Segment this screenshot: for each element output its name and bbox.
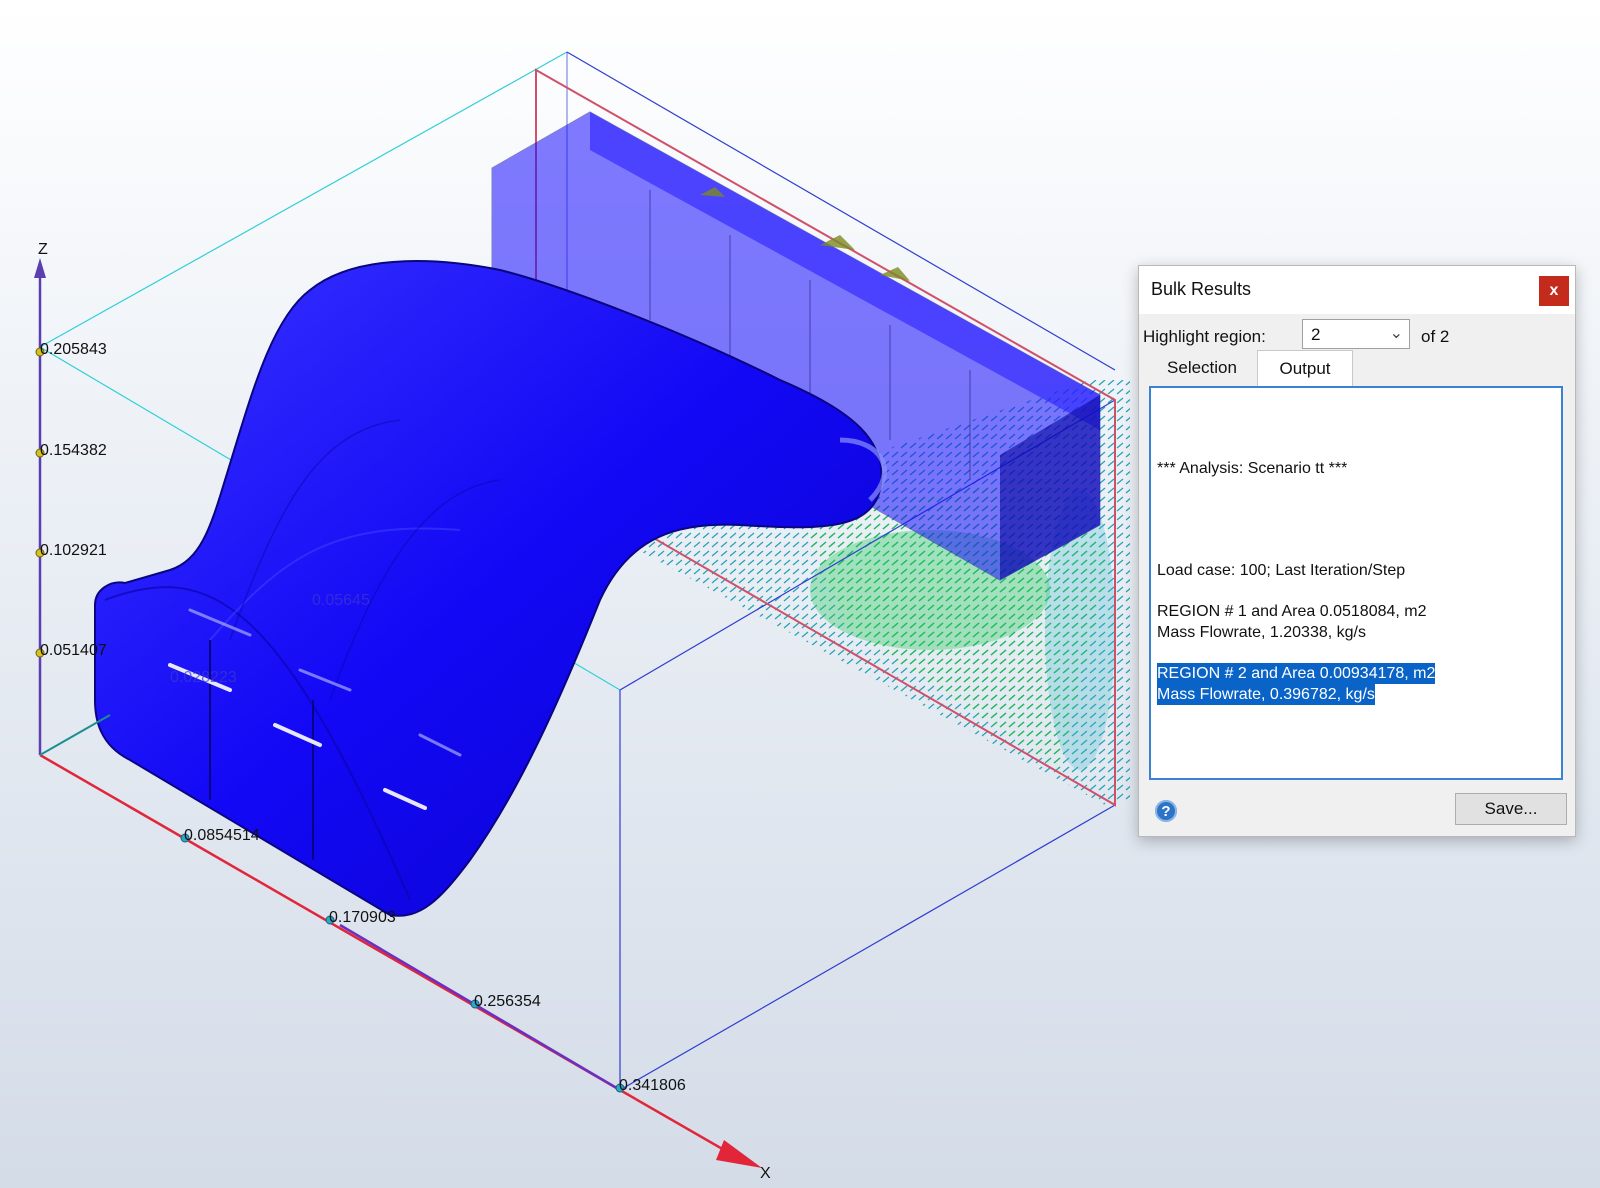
z-tick-label: 0.154382 [40, 442, 107, 459]
chevron-down-icon: ⌄ [1389, 325, 1403, 342]
tab-output-label: Output [1279, 358, 1331, 378]
region2-flow-line: Mass Flowrate, 0.396782, kg/s [1157, 684, 1375, 705]
region1-flow-line: Mass Flowrate, 1.20338, kg/s [1157, 624, 1366, 641]
tab-output[interactable]: Output [1257, 350, 1353, 386]
region-count-label: of 2 [1421, 327, 1450, 346]
x-tick-label: 0.0854514 [184, 827, 260, 844]
faded-tick-label: 0.05645 [312, 592, 370, 609]
x-tick-label: 0.256354 [474, 993, 541, 1010]
highlight-region-select[interactable]: 2 ⌄ [1302, 319, 1410, 349]
dialog-title: Bulk Results [1151, 279, 1252, 299]
faded-tick-label: 0.028223 [170, 669, 237, 686]
highlight-region-value: 2 [1311, 325, 1321, 344]
analysis-line: *** Analysis: Scenario tt *** [1157, 460, 1348, 477]
z-tick-label: 0.102921 [40, 542, 107, 559]
region2-area-line: REGION # 2 and Area 0.00934178, m2 [1157, 663, 1436, 684]
tab-selection[interactable]: Selection [1147, 352, 1257, 384]
x-tick-label: 0.170903 [329, 909, 396, 926]
z-axis-label: Z [38, 241, 48, 258]
output-text-area[interactable]: *** Analysis: Scenario tt *** Load case:… [1149, 386, 1563, 780]
close-icon: x [1549, 282, 1559, 299]
z-axis-arrow-icon [34, 258, 46, 278]
z-tick-label: 0.205843 [40, 341, 107, 358]
highlight-region-label: Highlight region: [1143, 327, 1266, 346]
save-button[interactable]: Save... [1455, 793, 1567, 825]
bulk-results-dialog: Bulk Results x Highlight region: 2 ⌄ of … [1138, 265, 1576, 837]
save-button-label: Save... [1484, 799, 1538, 818]
help-icon[interactable]: ? [1155, 800, 1177, 822]
close-button[interactable]: x [1539, 276, 1569, 306]
load-case-line: Load case: 100; Last Iteration/Step [1157, 562, 1406, 579]
x-axis-arrow-icon [716, 1140, 762, 1168]
x-axis-label: X [760, 1165, 771, 1182]
tab-selection-label: Selection [1167, 358, 1237, 377]
z-tick-label: 0.051407 [40, 642, 107, 659]
dialog-titlebar[interactable]: Bulk Results x [1139, 266, 1575, 314]
region1-area-line: REGION # 1 and Area 0.0518084, m2 [1157, 603, 1427, 620]
x-tick-label: 0.341806 [619, 1077, 686, 1094]
